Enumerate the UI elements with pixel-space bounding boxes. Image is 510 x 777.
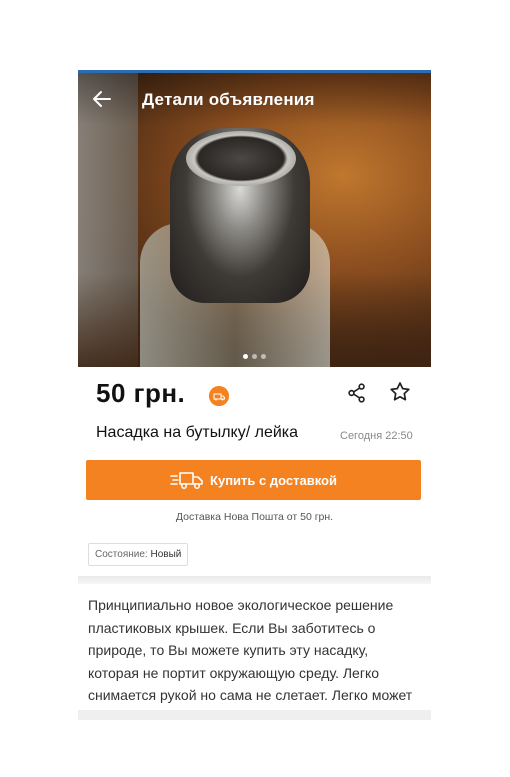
condition-badge: Состояние: Новый <box>88 543 189 566</box>
listing-title: Насадка на бутылку/ лейка <box>96 424 299 441</box>
condition-value: Новый <box>150 549 182 560</box>
gallery-dot <box>252 354 257 359</box>
top-bar: Детали объявления <box>78 73 431 125</box>
screen: Детали объявления 50 грн. Насадка на бут… <box>78 70 431 720</box>
delivery-note: Доставка Нова Пошта от 50 грн. <box>175 511 334 523</box>
gallery-dot <box>243 354 248 359</box>
price: 50 грн. <box>96 378 186 408</box>
listing-date: Сегодня 22:50 <box>340 430 413 442</box>
gallery-dot <box>261 354 266 359</box>
condition-label: Состояние: <box>95 549 148 560</box>
delivery-badge-icon <box>209 386 229 406</box>
star-icon[interactable] <box>388 380 412 404</box>
bottom-divider <box>78 710 431 720</box>
buy-button-label: Купить с доставкой <box>210 472 337 488</box>
listing-description: Принципиально новое экологическое решени… <box>88 597 413 720</box>
share-icon[interactable] <box>346 382 368 404</box>
buy-with-delivery-button[interactable]: Купить с доставкой <box>86 460 421 500</box>
price-row: 50 грн. <box>96 378 229 418</box>
gallery-pagination <box>78 354 431 359</box>
page-title: Детали объявления <box>142 90 315 109</box>
truck-icon <box>170 472 203 489</box>
back-arrow-icon[interactable] <box>90 87 114 111</box>
section-divider <box>78 576 431 584</box>
